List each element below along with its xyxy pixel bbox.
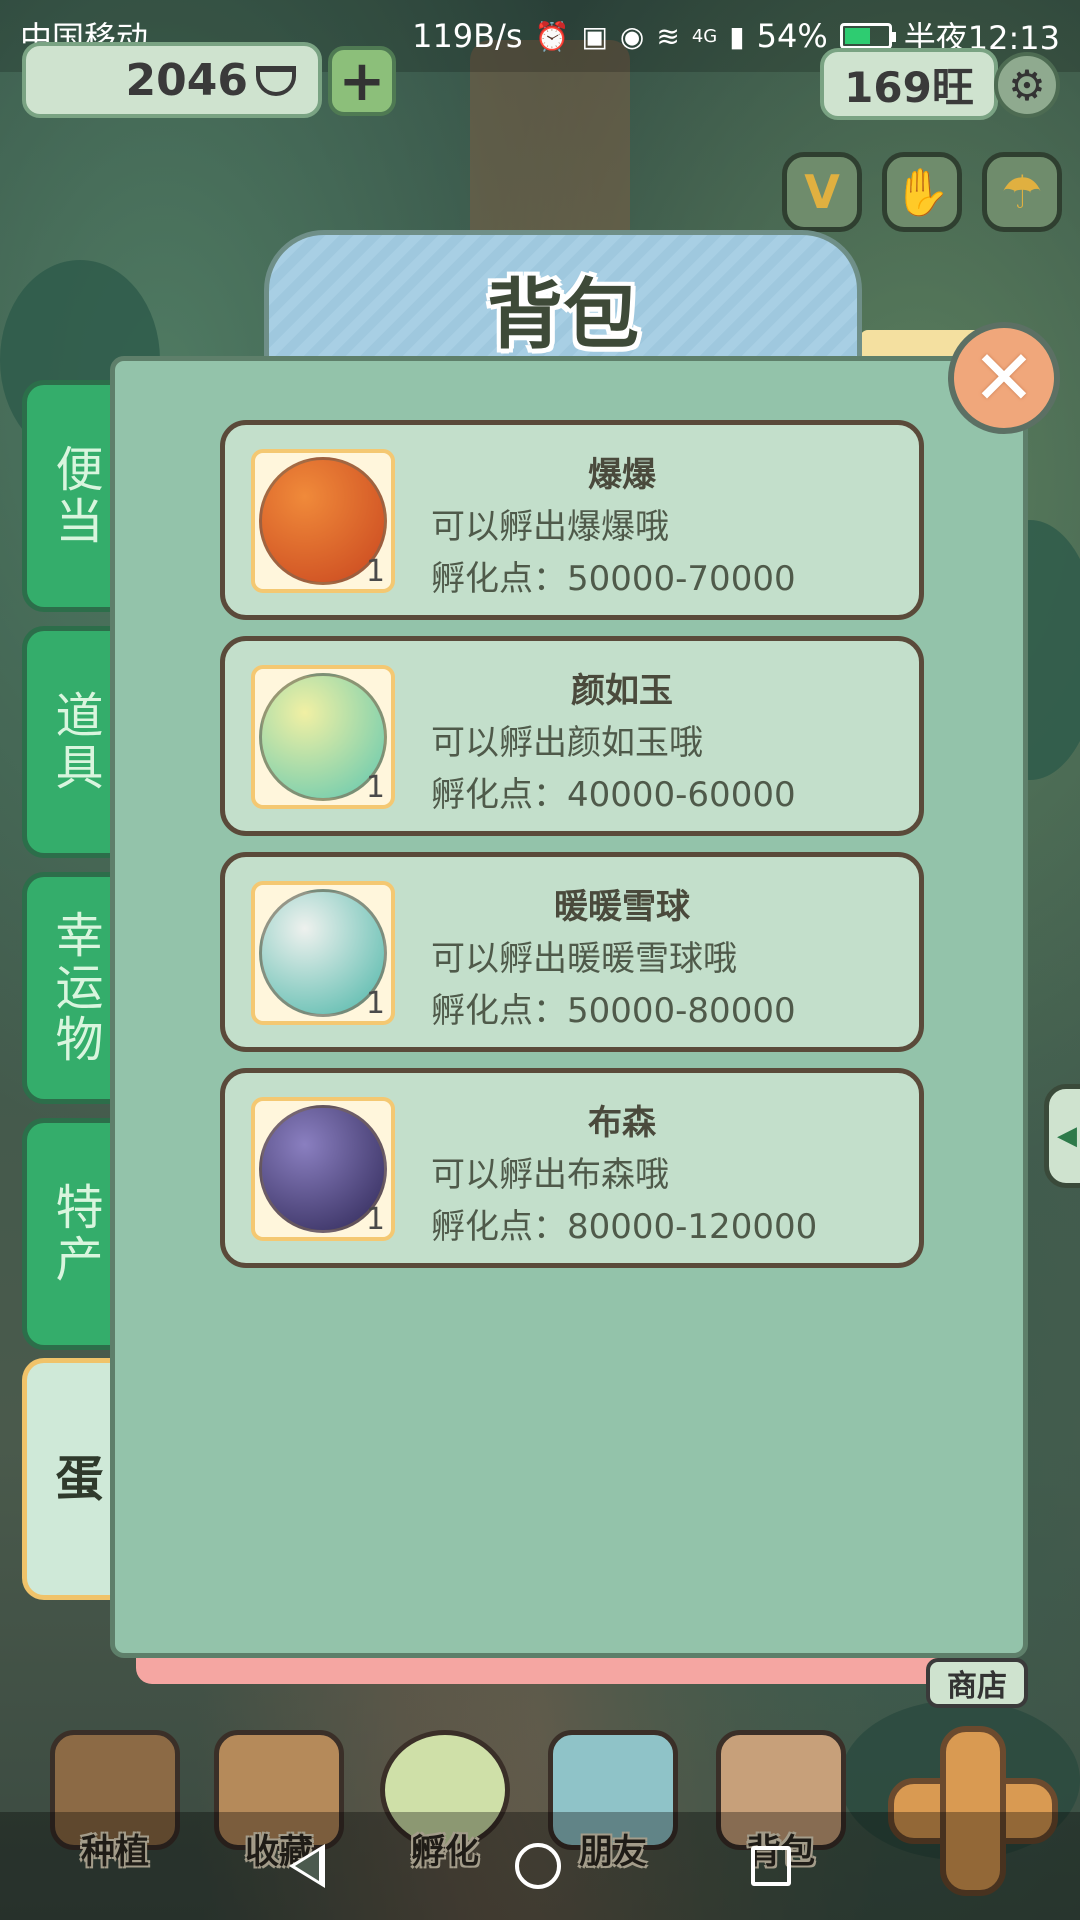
home-icon[interactable] [515, 1843, 561, 1889]
egg-thumbnail: 1 [251, 881, 395, 1025]
egg-item[interactable]: 1 布森 可以孵出布森哦 孵化点：80000-120000 [220, 1068, 924, 1268]
egg-item[interactable]: 1 暖暖雪球 可以孵出暖暖雪球哦 孵化点：50000-80000 [220, 852, 924, 1052]
item-name: 爆爆 [588, 455, 656, 495]
plus-icon: + [338, 48, 386, 114]
item-count: 1 [365, 770, 385, 805]
coin-counter: 2046 [22, 42, 322, 118]
item-hatch-points: 孵化点：40000-60000 [431, 775, 796, 815]
signal-icon: ▮ [729, 19, 745, 53]
egg-item[interactable]: 1 爆爆 可以孵出爆爆哦 孵化点：50000-70000 [220, 420, 924, 620]
network-speed: 119B/s [412, 17, 523, 55]
tab-bento[interactable]: 便当 [22, 380, 122, 612]
coin-amount: 2046 [125, 54, 248, 106]
wang-counter: 169旺 [820, 48, 998, 120]
network-type: 4G [691, 25, 718, 47]
leaf-button[interactable]: ☂ [982, 152, 1062, 232]
expand-side-button[interactable]: ◀ [1044, 1084, 1080, 1188]
egg-item[interactable]: 1 颜如玉 可以孵出颜如玉哦 孵化点：40000-60000 [220, 636, 924, 836]
tab-specialty[interactable]: 特产 [22, 1118, 122, 1350]
hd-icon: ▣ [581, 19, 608, 53]
tab-label: 蛋 [46, 1453, 103, 1505]
item-name: 暖暖雪球 [554, 887, 690, 927]
item-hatch-points: 孵化点：80000-120000 [431, 1207, 818, 1247]
close-button[interactable]: ✕ [948, 322, 1060, 434]
item-description: 可以孵出颜如玉哦 [431, 723, 703, 763]
alarm-icon: ⏰ [534, 19, 570, 53]
item-name: 颜如玉 [571, 671, 673, 711]
system-navigation-bar [0, 1812, 1080, 1920]
hand-button[interactable]: ✋ [882, 152, 962, 232]
coin-bowl-icon [256, 66, 296, 96]
item-hatch-points: 孵化点：50000-80000 [431, 991, 796, 1031]
tab-label: 特产 [46, 1182, 103, 1286]
battery-icon [839, 23, 896, 49]
egg-thumbnail: 1 [251, 449, 395, 593]
tab-label: 道具 [46, 690, 103, 794]
item-description: 可以孵出布森哦 [431, 1155, 669, 1195]
egg-thumbnail: 1 [251, 665, 395, 809]
back-icon[interactable] [289, 1844, 325, 1888]
shop-button[interactable]: 商店 [926, 1658, 1028, 1708]
item-description: 可以孵出爆爆哦 [431, 507, 669, 547]
recent-apps-icon[interactable] [751, 1846, 791, 1886]
tab-lucky-items[interactable]: 幸运物 [22, 872, 122, 1104]
item-name: 布森 [588, 1103, 656, 1143]
tab-eggs[interactable]: 蛋 [22, 1358, 122, 1600]
tab-label: 幸运物 [46, 910, 103, 1066]
item-count: 1 [365, 1202, 385, 1237]
gear-icon: ⚙ [1008, 60, 1046, 110]
bag-title-banner: 背包 [264, 230, 862, 370]
item-count: 1 [365, 554, 385, 589]
hand-icon: ✋ [893, 164, 951, 219]
close-icon: ✕ [972, 333, 1036, 422]
battery-percent: 54% [756, 17, 828, 55]
wifi-icon: ≋ [656, 19, 680, 53]
ginkgo-leaf-icon: ☂ [1001, 165, 1043, 219]
item-hatch-points: 孵化点：50000-70000 [431, 559, 796, 599]
chevron-left-icon: ◀ [1057, 1121, 1077, 1151]
tab-props[interactable]: 道具 [22, 626, 122, 858]
item-description: 可以孵出暖暖雪球哦 [431, 939, 737, 979]
bag-title: 背包 [487, 270, 639, 359]
add-coins-button[interactable]: + [328, 46, 396, 116]
tab-label: 便当 [46, 444, 103, 548]
vip-button[interactable]: V [782, 152, 862, 232]
eye-icon: ◉ [619, 19, 645, 53]
egg-thumbnail: 1 [251, 1097, 395, 1241]
vip-icon: V [804, 165, 840, 219]
item-count: 1 [365, 986, 385, 1021]
settings-button[interactable]: ⚙ [994, 52, 1060, 118]
